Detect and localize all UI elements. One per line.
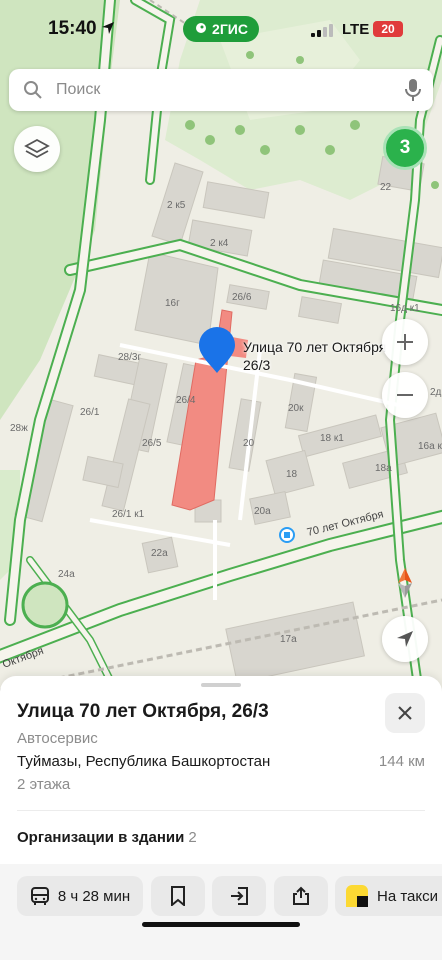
organizations-count: 2 bbox=[188, 829, 197, 846]
battery-level: 20 bbox=[381, 22, 395, 36]
share-icon bbox=[293, 886, 309, 905]
search-input[interactable]: Поиск bbox=[56, 81, 100, 99]
bookmark-button[interactable] bbox=[151, 876, 205, 916]
2gis-logo-icon bbox=[196, 23, 207, 33]
map-label: 16г bbox=[165, 298, 180, 309]
taxi-icon bbox=[346, 885, 368, 907]
place-floors: 2 этажа bbox=[17, 776, 71, 793]
status-bar: 15:40 2ГИС LTE 20 bbox=[0, 0, 442, 60]
map-label: 28ж bbox=[10, 423, 28, 434]
route-time: 8 ч 28 мин bbox=[57, 887, 131, 905]
map-label: 18а bbox=[375, 463, 392, 474]
compass-button[interactable] bbox=[382, 560, 428, 606]
app-badge[interactable]: 2ГИС bbox=[183, 16, 259, 42]
sheet-grabber[interactable] bbox=[201, 683, 241, 687]
app-badge-label: 2ГИС bbox=[212, 21, 248, 37]
search-bar[interactable]: Поиск bbox=[9, 69, 433, 111]
plus-icon bbox=[397, 334, 413, 350]
map-label: 24а bbox=[58, 569, 75, 580]
pin-label: Улица 70 лет Октября 26/3 bbox=[243, 338, 386, 374]
map-label: 26/5 bbox=[142, 438, 162, 449]
compass-icon bbox=[398, 568, 412, 598]
map-label: 16д к1 bbox=[390, 303, 420, 314]
map-label: 17а bbox=[280, 634, 297, 645]
map-label: 2д bbox=[430, 387, 442, 398]
map-label: 2 к5 bbox=[167, 200, 186, 211]
network-type: LTE bbox=[342, 21, 370, 38]
status-time: 15:40 bbox=[48, 18, 97, 39]
map-label: 2 к4 bbox=[210, 238, 229, 249]
close-icon bbox=[398, 706, 412, 720]
place-distance: 144 км bbox=[378, 753, 425, 770]
map-label: 18 к1 bbox=[320, 433, 344, 444]
pin-label-line2: 26/3 bbox=[243, 357, 271, 373]
search-icon bbox=[24, 81, 42, 99]
home-indicator bbox=[142, 922, 300, 927]
zoom-out-button[interactable] bbox=[382, 372, 428, 418]
map-label: 20к bbox=[288, 403, 304, 414]
layers-icon bbox=[24, 138, 50, 159]
layers-button[interactable] bbox=[14, 126, 60, 172]
organizations-label: Организации в здании bbox=[17, 829, 185, 846]
map-label: 26/4 bbox=[176, 395, 196, 406]
map-label: 26/6 bbox=[232, 292, 252, 303]
pin-label-line1: Улица 70 лет Октября bbox=[243, 339, 387, 355]
taxi-button[interactable]: На такси bbox=[335, 876, 442, 916]
navigation-arrow-icon bbox=[397, 631, 413, 647]
battery-icon: 20 bbox=[373, 21, 403, 37]
divider bbox=[17, 810, 425, 811]
place-address: Туймазы, Республика Башкортостан bbox=[17, 753, 271, 770]
map-label: 22а bbox=[151, 548, 168, 559]
bookmark-icon bbox=[171, 886, 185, 906]
bus-icon bbox=[30, 887, 49, 905]
zoom-in-button[interactable] bbox=[382, 319, 428, 365]
map-label: 16а к bbox=[418, 441, 442, 452]
location-arrow-icon bbox=[102, 22, 114, 34]
share-button[interactable] bbox=[274, 876, 328, 916]
close-button[interactable] bbox=[385, 693, 425, 733]
map-label: 28/3г bbox=[118, 352, 141, 363]
cluster-badge[interactable]: 3 bbox=[383, 126, 427, 170]
taxi-label: На такси bbox=[377, 887, 438, 905]
signal-icon bbox=[311, 24, 333, 37]
map-label: 26/1 к1 bbox=[112, 509, 145, 520]
minus-icon bbox=[397, 394, 413, 396]
enter-icon bbox=[231, 887, 248, 905]
map-label: 22 bbox=[380, 182, 392, 193]
organizations-link[interactable]: Организации в здании 2 bbox=[17, 829, 197, 846]
bus-stop-icon[interactable] bbox=[279, 527, 295, 543]
place-title: Улица 70 лет Октября, 26/3 bbox=[17, 701, 269, 722]
place-card: Улица 70 лет Октября, 26/3 Автосервис Ту… bbox=[0, 676, 442, 960]
microphone-icon[interactable] bbox=[405, 78, 421, 102]
place-category: Автосервис bbox=[17, 730, 98, 747]
map-label: 26/1 bbox=[80, 407, 100, 418]
my-location-button[interactable] bbox=[382, 616, 428, 662]
map-label: 20 bbox=[243, 438, 255, 449]
cluster-count: 3 bbox=[399, 137, 411, 158]
route-button[interactable]: 8 ч 28 мин bbox=[17, 876, 143, 916]
map-label: 20а bbox=[254, 506, 271, 517]
enter-building-button[interactable] bbox=[212, 876, 266, 916]
map-label: 18 bbox=[286, 469, 298, 480]
